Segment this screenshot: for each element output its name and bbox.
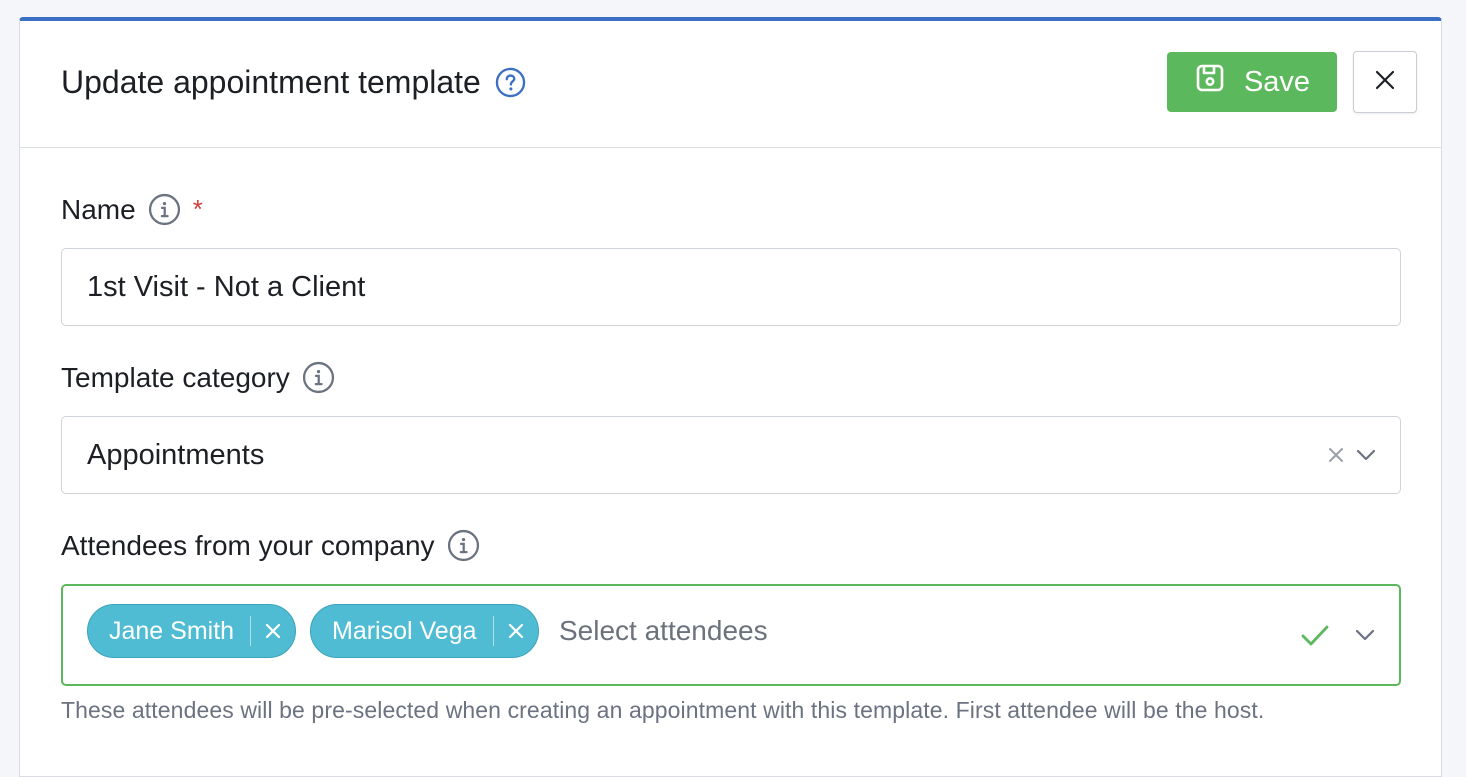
chevron-down-icon[interactable] [1354, 443, 1378, 467]
info-icon[interactable] [302, 361, 335, 394]
remove-attendee-button[interactable] [494, 605, 538, 657]
question-circle-icon[interactable] [495, 67, 526, 98]
attendee-tag: Marisol Vega [310, 604, 539, 658]
close-icon [508, 623, 523, 639]
template-category-label: Template category [61, 361, 290, 393]
page-title: Update appointment template [61, 64, 481, 100]
name-input-value: 1st Visit - Not a Client [87, 270, 366, 303]
chevron-down-icon[interactable] [1353, 623, 1377, 647]
save-button[interactable]: Save [1167, 52, 1337, 112]
close-button[interactable] [1353, 51, 1417, 113]
modal-header: Update appointment template Save [20, 21, 1441, 148]
attendees-placeholder[interactable]: Select attendees [559, 615, 768, 647]
select-controls [1299, 586, 1377, 684]
attendees-helper-text: These attendees will be pre-selected whe… [61, 697, 1265, 723]
info-icon[interactable] [148, 193, 181, 226]
name-label: Name [61, 193, 136, 225]
close-icon [1374, 69, 1396, 96]
attendee-tag-label: Jane Smith [109, 616, 235, 645]
select-controls [1326, 417, 1378, 493]
attendee-tag: Jane Smith [87, 604, 297, 658]
name-label-row: Name * [61, 193, 203, 226]
attendee-tag-label: Marisol Vega [332, 616, 477, 645]
remove-attendee-button[interactable] [251, 605, 295, 657]
template-category-value: Appointments [87, 438, 265, 471]
attendees-label-row: Attendees from your company [61, 529, 480, 562]
floppy-disk-icon [1194, 62, 1226, 102]
update-template-modal: Update appointment template Save Name * … [19, 17, 1442, 777]
modal-title-row: Update appointment template [61, 64, 526, 101]
clear-icon[interactable] [1326, 445, 1346, 465]
save-button-label: Save [1243, 65, 1311, 98]
required-asterisk: * [192, 194, 203, 224]
template-category-select[interactable]: Appointments [61, 416, 1401, 494]
attendees-select[interactable]: Jane Smith Marisol Vega Select attendees [61, 584, 1401, 686]
template-category-label-row: Template category [61, 361, 335, 394]
attendees-label: Attendees from your company [61, 529, 435, 561]
checkmark-icon [1299, 619, 1331, 651]
close-icon [265, 623, 281, 639]
name-input[interactable]: 1st Visit - Not a Client [61, 248, 1401, 326]
info-icon[interactable] [447, 529, 480, 562]
